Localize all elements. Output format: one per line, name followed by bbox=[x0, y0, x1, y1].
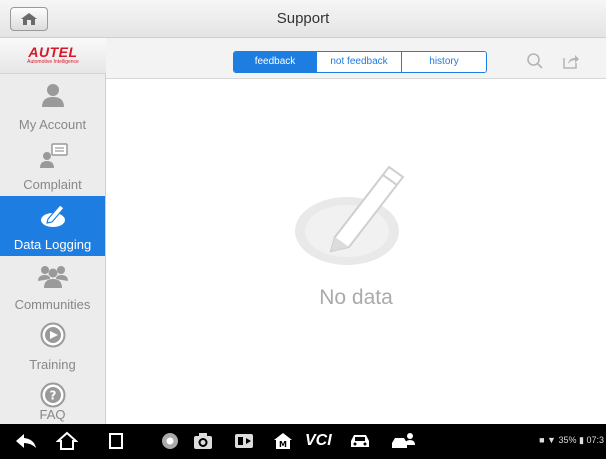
wifi-icon: ▼ bbox=[547, 435, 556, 445]
share-icon[interactable] bbox=[562, 52, 580, 70]
screenshot-icon[interactable] bbox=[233, 431, 255, 451]
autel-logo: AUTEL Automotive Intelligence bbox=[0, 38, 106, 74]
play-circle-icon bbox=[40, 322, 66, 348]
message-icon: ■ bbox=[539, 435, 545, 445]
status-area: ■ ▼ 35% ▮ 07:3 bbox=[539, 435, 604, 446]
car-icon[interactable] bbox=[348, 431, 372, 451]
title-bar: Support bbox=[0, 0, 606, 38]
communities-icon bbox=[38, 266, 68, 288]
autel-home-icon[interactable]: M bbox=[272, 431, 294, 451]
tab-history[interactable]: history bbox=[401, 52, 486, 72]
logo-tagline: Automotive Intelligence bbox=[27, 59, 79, 65]
content-area: No data bbox=[106, 79, 606, 424]
car-service-icon[interactable] bbox=[390, 431, 416, 451]
sidebar-item-complaint[interactable]: Complaint bbox=[0, 136, 105, 196]
sidebar-item-label: Data Logging bbox=[13, 237, 92, 252]
tab-segment-control: feedback not feedback history bbox=[233, 51, 487, 73]
vci-icon[interactable]: VCI bbox=[305, 431, 341, 451]
question-circle-icon: ? bbox=[40, 382, 66, 408]
sidebar-item-communities[interactable]: Communities bbox=[0, 256, 105, 316]
svg-text:?: ? bbox=[50, 389, 57, 403]
sidebar-item-label: My Account bbox=[18, 117, 87, 132]
camera-icon[interactable] bbox=[192, 431, 214, 451]
chrome-icon[interactable] bbox=[160, 431, 180, 451]
battery-percent: 35% bbox=[558, 435, 577, 445]
empty-notepad-illustration bbox=[295, 165, 405, 265]
sidebar-item-label: FAQ bbox=[39, 407, 66, 422]
sidebar-item-label: Training bbox=[29, 357, 76, 372]
sidebar-item-label: Complaint bbox=[23, 177, 82, 192]
sidebar: AUTEL Automotive Intelligence My Account… bbox=[0, 38, 106, 424]
svg-text:M: M bbox=[279, 440, 287, 449]
logo-brand: AUTEL bbox=[28, 44, 78, 60]
vci-label: VCI bbox=[305, 432, 332, 449]
tab-not-feedback[interactable]: not feedback bbox=[316, 52, 401, 72]
search-icon[interactable] bbox=[526, 52, 544, 70]
battery-icon: ▮ bbox=[579, 435, 584, 445]
sidebar-item-label: Communities bbox=[14, 297, 91, 312]
tab-feedback[interactable]: feedback bbox=[234, 52, 316, 72]
sidebar-item-training[interactable]: Training bbox=[0, 316, 105, 376]
home-icon[interactable] bbox=[56, 431, 78, 451]
sidebar-item-my-account[interactable]: My Account bbox=[0, 76, 105, 136]
sidebar-item-faq[interactable]: ? FAQ bbox=[0, 376, 105, 424]
empty-state-text: No data bbox=[319, 286, 393, 309]
tab-toolbar: feedback not feedback history bbox=[106, 38, 606, 79]
sidebar-item-data-logging[interactable]: Data Logging bbox=[0, 196, 105, 256]
app-window: Support AUTEL Automotive Intelligence My… bbox=[0, 0, 606, 459]
complaint-icon bbox=[40, 143, 68, 168]
recent-apps-icon[interactable] bbox=[107, 431, 125, 451]
back-icon[interactable] bbox=[14, 431, 38, 451]
page-title: Support bbox=[276, 10, 330, 27]
person-icon bbox=[42, 84, 64, 107]
clock: 07:3 bbox=[586, 435, 604, 445]
system-nav-bar: M VCI ■ ▼ 35% ▮ 07:3 bbox=[0, 424, 606, 459]
data-logging-icon bbox=[41, 204, 65, 227]
